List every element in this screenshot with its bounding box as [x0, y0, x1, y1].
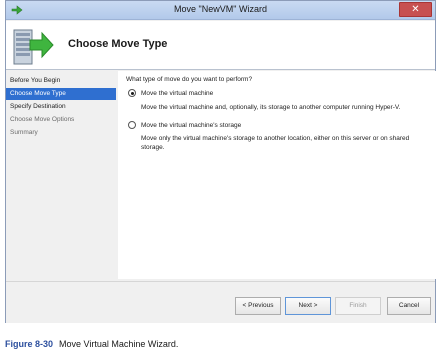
move-storage-radio[interactable]	[128, 121, 136, 129]
finish-button: Finish	[335, 297, 381, 315]
previous-button[interactable]: < Previous	[235, 297, 281, 315]
nav-item-before-you-begin[interactable]: Before You Begin	[6, 75, 116, 87]
title-bar[interactable]: Move "NewVM" Wizard ✕	[6, 1, 435, 20]
next-button[interactable]: Next >	[285, 297, 331, 315]
wizard-window: Move "NewVM" Wizard ✕ Choose Move Type B…	[5, 0, 436, 323]
cancel-button[interactable]: Cancel	[387, 297, 431, 315]
content-panel: What type of move do you want to perform…	[118, 71, 436, 279]
nav-item-choose-move-type[interactable]: Choose Move Type	[6, 88, 116, 100]
move-vm-description: Move the virtual machine and, optionally…	[141, 104, 401, 111]
page-title: Choose Move Type	[68, 38, 168, 50]
move-vm-label[interactable]: Move the virtual machine	[141, 90, 213, 97]
figure-caption: Figure 8-30 Move Virtual Machine Wizard.	[5, 339, 178, 349]
close-button[interactable]: ✕	[399, 2, 432, 17]
nav-item-summary: Summary	[10, 129, 38, 136]
move-storage-description: Move only the virtual machine's storage …	[141, 135, 410, 151]
wizard-header: Choose Move Type	[6, 21, 435, 70]
move-storage-label[interactable]: Move the virtual machine's storage	[141, 122, 241, 129]
figure-caption-text: Move Virtual Machine Wizard.	[59, 339, 179, 349]
wizard-steps-nav: Before You Begin Choose Move Type Specif…	[6, 71, 116, 279]
button-bar: < Previous Next > Finish Cancel	[6, 281, 435, 323]
move-vm-radio[interactable]	[128, 89, 136, 97]
nav-item-specify-destination[interactable]: Specify Destination	[6, 101, 116, 113]
server-move-icon	[13, 29, 54, 65]
window-title: Move "NewVM" Wizard	[174, 4, 267, 14]
figure-number: Figure 8-30	[5, 339, 54, 349]
nav-item-choose-move-options: Choose Move Options	[10, 116, 75, 123]
move-type-question: What type of move do you want to perform…	[126, 76, 253, 83]
